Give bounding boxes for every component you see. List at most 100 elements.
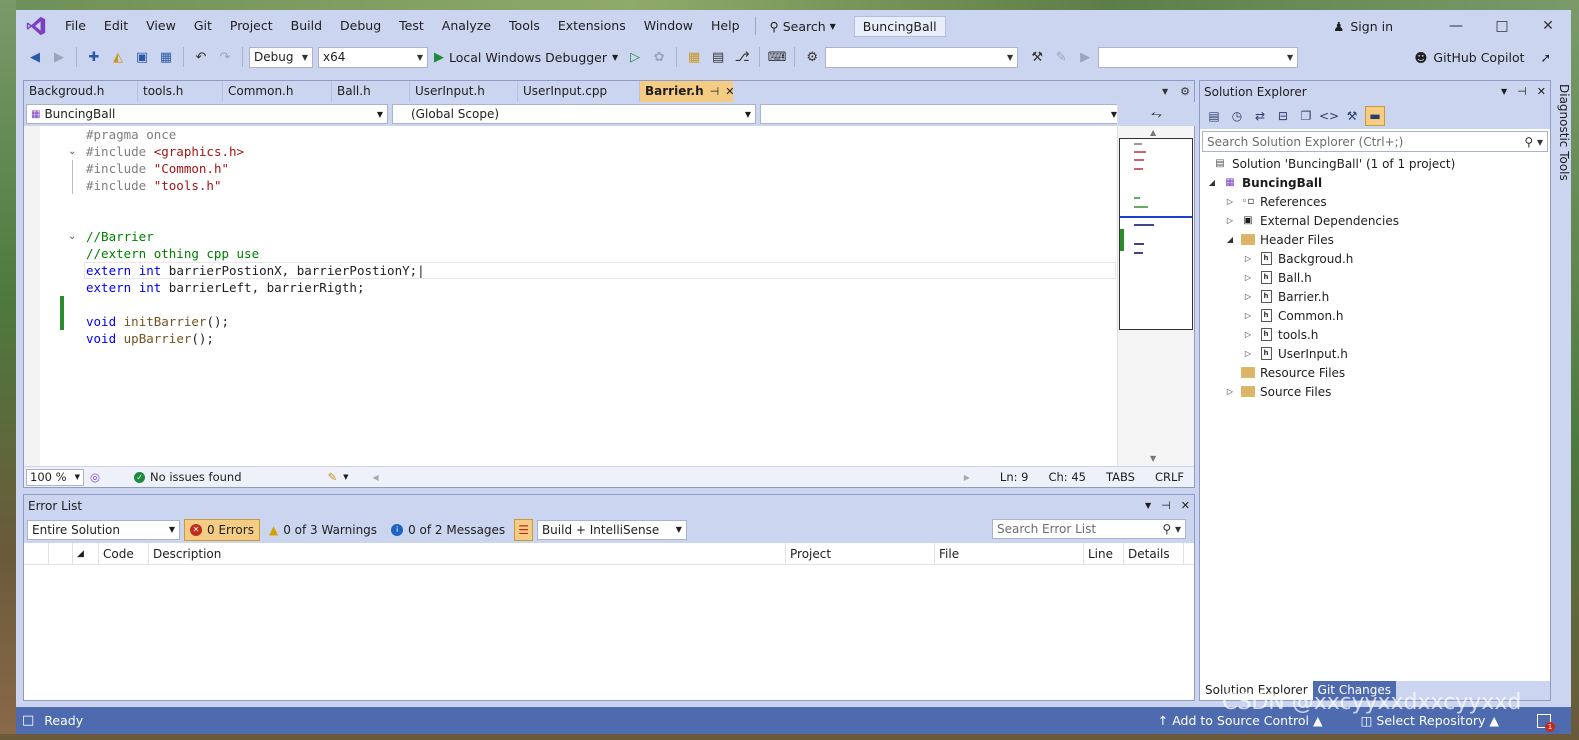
error-list-search-input[interactable]: Search Error List ⚲ ▾: [992, 519, 1186, 539]
intellicode-icon[interactable]: ◎: [90, 470, 100, 484]
column-number[interactable]: Ch: 45: [1038, 470, 1095, 484]
menu-window[interactable]: Window: [635, 10, 702, 42]
tools-icon[interactable]: ⚒: [1026, 46, 1048, 68]
tree-references[interactable]: ▷ ◦▫ References: [1200, 192, 1550, 211]
column-details[interactable]: Details: [1124, 542, 1184, 565]
solution-folder-icon[interactable]: ▦: [683, 46, 705, 68]
output-window-icon[interactable]: □: [22, 713, 34, 728]
close-window-button[interactable]: ✕: [1525, 10, 1571, 42]
share-icon[interactable]: ➚: [1541, 50, 1551, 65]
layout-icon[interactable]: ▤: [707, 46, 729, 68]
collapse-all-icon[interactable]: ⊟: [1273, 106, 1293, 126]
scroll-up-icon[interactable]: ▲: [1150, 128, 1156, 137]
collapse-icon[interactable]: ⌄: [68, 228, 76, 245]
select-repository-button[interactable]: ◫ Select Repository ▲: [1361, 713, 1499, 728]
tree-file-common-h[interactable]: ▷ h Common.h: [1200, 306, 1550, 325]
tab-list-dropdown-icon[interactable]: ▼: [1162, 87, 1168, 96]
column-line[interactable]: Line: [1084, 542, 1124, 565]
sign-in-button[interactable]: ♟ Sign in: [1333, 19, 1393, 34]
gear-icon[interactable]: ⚙: [1180, 85, 1190, 98]
configuration-dropdown[interactable]: Debug ▼: [249, 46, 313, 68]
build-source-dropdown[interactable]: Build + IntelliSense ▼: [536, 519, 687, 540]
tab-userinput-h[interactable]: UserInput.h: [410, 81, 518, 102]
collapsed-icon[interactable]: ▷: [1224, 197, 1236, 206]
scope-dropdown[interactable]: (Global Scope) ▼: [392, 104, 756, 124]
collapsed-icon[interactable]: ▷: [1224, 387, 1236, 396]
collapsed-icon[interactable]: ▷: [1242, 292, 1254, 301]
platform-dropdown[interactable]: x64 ▼: [318, 46, 428, 68]
close-icon[interactable]: ✕: [725, 81, 734, 102]
menu-file[interactable]: File: [56, 10, 95, 42]
vertical-scrollbar[interactable]: ⥊ ▲ ▼: [1117, 102, 1195, 466]
tree-project[interactable]: ◢ ▦ BuncingBall: [1200, 173, 1550, 192]
undo-icon[interactable]: ↶: [190, 46, 212, 68]
collapsed-icon[interactable]: ▷: [1242, 273, 1254, 282]
line-number[interactable]: Ln: 9: [990, 470, 1039, 484]
pin-icon[interactable]: ⊣: [1161, 499, 1171, 512]
collapse-icon[interactable]: ⌄: [68, 143, 76, 160]
project-dropdown[interactable]: ▦ BuncingBall ▼: [26, 104, 388, 124]
menu-extensions[interactable]: Extensions: [549, 10, 635, 42]
expanded-icon[interactable]: ◢: [1224, 235, 1236, 244]
scroll-left-icon[interactable]: ◀: [373, 473, 379, 482]
tree-resource-files[interactable]: Resource Files: [1200, 363, 1550, 382]
show-all-files-icon[interactable]: ❐: [1296, 106, 1316, 126]
tree-external-dependencies[interactable]: ▷ ▣ External Dependencies: [1200, 211, 1550, 230]
collapsed-icon[interactable]: ▷: [1224, 216, 1236, 225]
tree-solution[interactable]: ▤ Solution 'BuncingBall' (1 of 1 project…: [1200, 154, 1550, 173]
maximize-button[interactable]: □: [1479, 10, 1525, 42]
switch-views-icon[interactable]: ▤: [1204, 106, 1224, 126]
find-combo[interactable]: ▼: [825, 46, 1019, 68]
secondary-combo[interactable]: ▼: [1098, 46, 1299, 68]
comment-icon[interactable]: ⌨: [766, 46, 788, 68]
tree-header-files[interactable]: ◢ Header Files: [1200, 230, 1550, 249]
column-project[interactable]: Project: [786, 542, 935, 565]
chevron-down-icon[interactable]: ▼: [1501, 87, 1507, 96]
sort-icon[interactable]: ◢: [73, 542, 99, 565]
menu-analyze[interactable]: Analyze: [433, 10, 500, 42]
menu-edit[interactable]: Edit: [95, 10, 137, 42]
redo-icon[interactable]: ↷: [214, 46, 236, 68]
new-project-icon[interactable]: ✚: [83, 46, 105, 68]
tree-file-userinput-h[interactable]: ▷ h UserInput.h: [1200, 344, 1550, 363]
tab-ball-h[interactable]: Ball.h: [332, 81, 410, 102]
code-minimap[interactable]: [1119, 138, 1193, 330]
warnings-filter-button[interactable]: ▲ 0 of 3 Warnings: [264, 519, 382, 541]
brush-icon[interactable]: ✎: [328, 470, 338, 484]
collapsed-icon[interactable]: ▷: [1242, 311, 1254, 320]
github-copilot-button[interactable]: ☻ GitHub Copilot ➚: [1414, 42, 1551, 72]
pin-icon[interactable]: ⊣: [1517, 85, 1527, 98]
chevron-down-icon[interactable]: ▼: [343, 473, 348, 481]
menu-debug[interactable]: Debug: [331, 10, 390, 42]
tab-backgroud-h[interactable]: Backgroud.h: [24, 81, 138, 102]
minimize-button[interactable]: —: [1433, 10, 1479, 42]
menu-tools[interactable]: Tools: [500, 10, 549, 42]
issues-indicator[interactable]: ✓ No issues found: [134, 470, 242, 484]
menu-build[interactable]: Build: [282, 10, 331, 42]
member-dropdown[interactable]: ▼: [760, 104, 1122, 124]
tab-userinput-cpp[interactable]: UserInput.cpp: [518, 81, 640, 102]
column-code[interactable]: Code: [99, 542, 149, 565]
messages-filter-button[interactable]: i 0 of 2 Messages: [386, 519, 510, 541]
save-icon[interactable]: ▣: [131, 46, 153, 68]
tree-file-barrier-h[interactable]: ▷ h Barrier.h: [1200, 287, 1550, 306]
navigate-back-icon[interactable]: ◀: [24, 46, 46, 68]
split-editor-icon[interactable]: ⥊: [1118, 102, 1195, 126]
diagnostic-tools-tab[interactable]: Diagnostic Tools: [1552, 80, 1571, 190]
git-icon[interactable]: ⎇: [731, 46, 753, 68]
chevron-down-icon[interactable]: ▼: [1145, 501, 1151, 510]
notifications-bell-icon[interactable]: 1: [1537, 713, 1555, 732]
tree-file-ball-h[interactable]: ▷ h Ball.h: [1200, 268, 1550, 287]
column-file[interactable]: File: [935, 542, 1084, 565]
column-description[interactable]: Description: [149, 542, 786, 565]
error-scope-dropdown[interactable]: Entire Solution ▼: [27, 519, 180, 540]
collapsed-icon[interactable]: ▷: [1242, 349, 1254, 358]
filter-toggle-button[interactable]: ☰: [514, 518, 533, 541]
navigate-forward-icon[interactable]: ▶: [48, 46, 70, 68]
indent-mode[interactable]: TABS: [1096, 470, 1145, 484]
close-icon[interactable]: ✕: [1181, 499, 1190, 512]
tree-file-tools-h[interactable]: ▷ h tools.h: [1200, 325, 1550, 344]
tab-tools-h[interactable]: tools.h: [138, 81, 223, 102]
tree-source-files[interactable]: ▷ Source Files: [1200, 382, 1550, 401]
errors-filter-button[interactable]: ✕ 0 Errors: [184, 518, 260, 541]
